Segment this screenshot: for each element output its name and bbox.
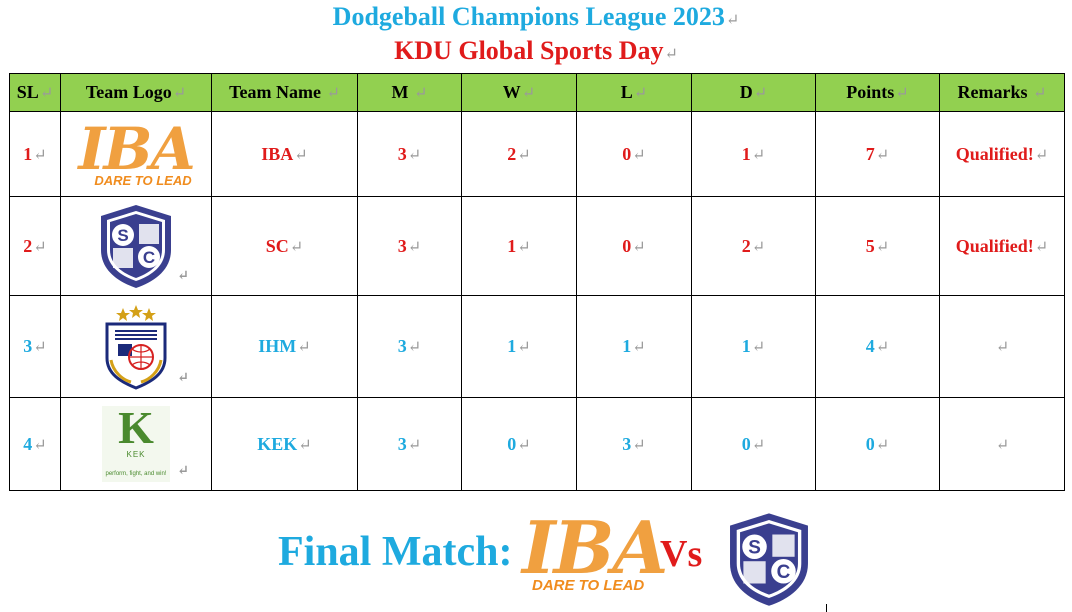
cell-l: 3↵ bbox=[576, 397, 692, 491]
cell-w: 1↵ bbox=[461, 295, 577, 398]
cell-team-name: KEK↵ bbox=[211, 397, 358, 491]
sc-letter-s: S bbox=[117, 226, 128, 245]
cell-remarks: ↵ bbox=[939, 295, 1065, 398]
event-subtitle: KDU Global Sports Day↵ bbox=[0, 36, 1072, 66]
column-header-sl: SL↵ bbox=[9, 73, 61, 112]
paragraph-mark: ↵ bbox=[177, 269, 189, 284]
cell-sl: 4↵ bbox=[9, 397, 61, 491]
league-title: Dodgeball Champions League 2023↵ bbox=[0, 2, 1072, 32]
cell-remarks: Qualified!↵ bbox=[939, 196, 1065, 296]
cell-sl: 1↵ bbox=[9, 111, 61, 197]
cell-points: 5↵ bbox=[815, 196, 940, 296]
column-header-remarks: Remarks ↵ bbox=[939, 73, 1065, 112]
cell-d: 1↵ bbox=[691, 295, 816, 398]
cell-m: 3↵ bbox=[357, 397, 462, 491]
cell-m: 3↵ bbox=[357, 196, 462, 296]
column-header-w: W↵ bbox=[461, 73, 577, 112]
paragraph-mark: ↵ bbox=[725, 12, 740, 29]
paragraph-mark: ↵ bbox=[177, 464, 189, 479]
cell-w: 0↵ bbox=[461, 397, 577, 491]
cell-team-name: IBA↵ bbox=[211, 111, 358, 197]
column-header-team-logo: Team Logo↵ bbox=[60, 73, 212, 112]
kek-name: KEK bbox=[126, 450, 146, 459]
cell-sl: 3↵ bbox=[9, 295, 61, 398]
cell-team-logo: IBA DARE TO LEAD bbox=[60, 111, 212, 197]
table-row-sc: 2↵ S C ↵ SC↵ 3↵ 1↵ 0↵ 2↵ 5↵ Qualified!↵ bbox=[9, 196, 1065, 296]
cell-d: 0↵ bbox=[691, 397, 816, 491]
table-header-row: SL↵ Team Logo↵ Team Name ↵ M ↵ W↵ L↵ D↵ … bbox=[9, 73, 1065, 112]
cell-team-logo: S C ↵ bbox=[60, 196, 212, 296]
cell-w: 2↵ bbox=[461, 111, 577, 197]
cell-d: 2↵ bbox=[691, 196, 816, 296]
kek-logo: K KEK perform, fight, and win! bbox=[102, 402, 170, 482]
cell-team-logo: K KEK perform, fight, and win! ↵ bbox=[60, 397, 212, 491]
cell-l: 0↵ bbox=[576, 111, 692, 197]
league-title-text: Dodgeball Champions League 2023 bbox=[332, 2, 725, 31]
cell-d: 1↵ bbox=[691, 111, 816, 197]
final-sc-letter-s: S bbox=[748, 537, 761, 558]
cell-m: 3↵ bbox=[357, 295, 462, 398]
cell-remarks: ↵ bbox=[939, 397, 1065, 491]
standings-table: SL↵ Team Logo↵ Team Name ↵ M ↵ W↵ L↵ D↵ … bbox=[9, 73, 1065, 491]
cell-points: 4↵ bbox=[815, 295, 940, 398]
sc-shield-logo: S C bbox=[101, 205, 171, 288]
final-iba-logo: IBA DARE TO LEAD bbox=[522, 505, 668, 594]
cell-points: 0↵ bbox=[815, 397, 940, 491]
paragraph-mark: ↵ bbox=[664, 46, 678, 63]
column-header-points: Points↵ bbox=[815, 73, 940, 112]
kek-letter: K bbox=[118, 402, 154, 453]
paragraph-mark: ↵ bbox=[177, 371, 189, 386]
final-match-label: Final Match: bbox=[278, 529, 513, 575]
ihm-crest-logo bbox=[105, 304, 167, 390]
kek-tagline: perform, fight, and win! bbox=[105, 471, 167, 477]
iba-logo: IBA DARE TO LEAD bbox=[78, 115, 195, 188]
table-row-ihm: 3↵ ↵ IHM↵ 3↵ 1↵ 1↵ 1↵ 4↵ ↵ bbox=[9, 295, 1065, 398]
cell-team-name: SC↵ bbox=[211, 196, 358, 296]
final-sc-shield-logo: S C bbox=[730, 513, 808, 606]
cell-l: 0↵ bbox=[576, 196, 692, 296]
event-subtitle-text: KDU Global Sports Day bbox=[394, 36, 664, 65]
cell-remarks: Qualified!↵ bbox=[939, 111, 1065, 197]
sc-letter-c: C bbox=[143, 248, 155, 267]
versus-label: Vs bbox=[660, 533, 703, 575]
cell-team-name: IHM↵ bbox=[211, 295, 358, 398]
table-row-iba: 1↵ IBA DARE TO LEAD IBA↵ 3↵ 2↵ 0↵ 1↵ 7↵ … bbox=[9, 111, 1065, 197]
cell-m: 3↵ bbox=[357, 111, 462, 197]
final-sc-letter-c: C bbox=[777, 562, 791, 583]
text-cursor bbox=[826, 604, 827, 612]
column-header-d: D↵ bbox=[691, 73, 816, 112]
column-header-l: L↵ bbox=[576, 73, 692, 112]
table-row-kek: 4↵ K KEK perform, fight, and win! ↵ KEK↵… bbox=[9, 397, 1065, 491]
cell-team-logo: ↵ bbox=[60, 295, 212, 398]
column-header-m: M ↵ bbox=[357, 73, 462, 112]
column-header-team-name: Team Name ↵ bbox=[211, 73, 358, 112]
cell-points: 7↵ bbox=[815, 111, 940, 197]
cell-sl: 2↵ bbox=[9, 196, 61, 296]
cell-l: 1↵ bbox=[576, 295, 692, 398]
cell-w: 1↵ bbox=[461, 196, 577, 296]
